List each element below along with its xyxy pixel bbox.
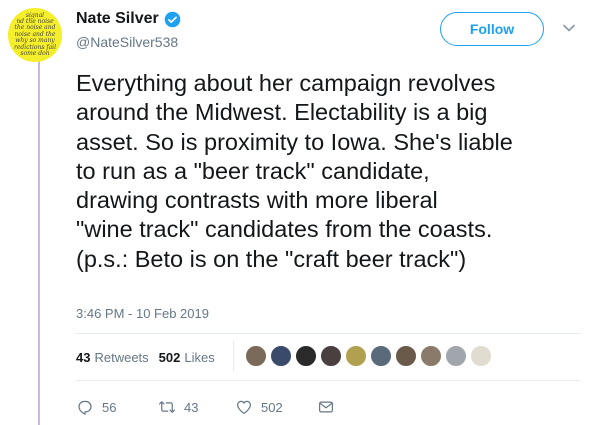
tweet-line: Everything about her campaign revolves: [76, 70, 496, 96]
engagement-stats: 43 Retweets 502 Likes: [76, 350, 225, 365]
follow-button[interactable]: Follow: [440, 12, 544, 46]
liker-avatars: [245, 345, 495, 367]
liker-avatar[interactable]: [370, 345, 392, 367]
liker-avatar[interactable]: [245, 345, 267, 367]
verified-badge-icon: [164, 11, 181, 27]
liker-avatar[interactable]: [395, 345, 417, 367]
retweet-button[interactable]: 43: [158, 398, 235, 416]
retweets-count: 43: [76, 350, 91, 365]
chevron-down-icon[interactable]: [563, 24, 575, 32]
retweets-stat[interactable]: 43 Retweets: [76, 350, 149, 365]
tweet-line: "wine track" candidates from the coasts.: [76, 216, 493, 243]
liker-avatar[interactable]: [445, 345, 467, 367]
liker-avatar[interactable]: [295, 345, 317, 367]
divider: [76, 380, 580, 381]
stats-separator: [233, 341, 234, 371]
retweets-label: Retweets: [94, 350, 149, 365]
tweet-line: (p.s.: Beto is on the "craft beer track"…: [76, 245, 467, 272]
author-name[interactable]: Nate Silver: [76, 10, 159, 28]
tweet-timestamp[interactable]: 3:46 PM - 10 Feb 2019: [76, 306, 209, 321]
reply-icon: [78, 400, 92, 415]
author-row: Nate Silver: [76, 10, 181, 28]
liker-avatar[interactable]: [470, 345, 492, 367]
reply-count: 56: [102, 399, 117, 415]
envelope-icon: [319, 401, 333, 413]
tweet-actions: 56 43 502: [76, 398, 343, 416]
like-count: 502: [261, 399, 283, 415]
likes-stat[interactable]: 502 Likes: [159, 350, 215, 365]
liker-avatar[interactable]: [420, 345, 442, 367]
tweet-line: to run as a "beer track" candidate,: [76, 157, 430, 184]
author-handle[interactable]: @NateSilver538: [76, 34, 178, 50]
liker-avatar[interactable]: [270, 345, 292, 367]
liker-avatar[interactable]: [320, 345, 342, 367]
divider: [76, 333, 580, 334]
reply-button[interactable]: 56: [76, 398, 158, 416]
tweet-line: around the Midwest. Electability is a bi…: [76, 99, 488, 126]
retweet-count: 43: [184, 399, 199, 415]
tweet-text: Everything about her campaign revolves a…: [76, 69, 576, 274]
direct-message-button[interactable]: [317, 398, 343, 416]
heart-icon: [237, 400, 251, 414]
likes-count: 502: [158, 350, 181, 365]
tweet-line: drawing contrasts with more liberal: [76, 187, 438, 214]
like-button[interactable]: 502: [235, 398, 317, 416]
liker-avatar[interactable]: [345, 345, 367, 367]
retweet-icon: [158, 401, 176, 413]
likes-label: Likes: [184, 350, 215, 365]
tweet-line: asset. So is proximity to Iowa. She's li…: [76, 128, 513, 155]
avatar[interactable]: signal nd the noise the noise and noise …: [8, 8, 62, 62]
thread-line: [38, 58, 40, 425]
avatar-text-line: some don: [20, 50, 50, 58]
